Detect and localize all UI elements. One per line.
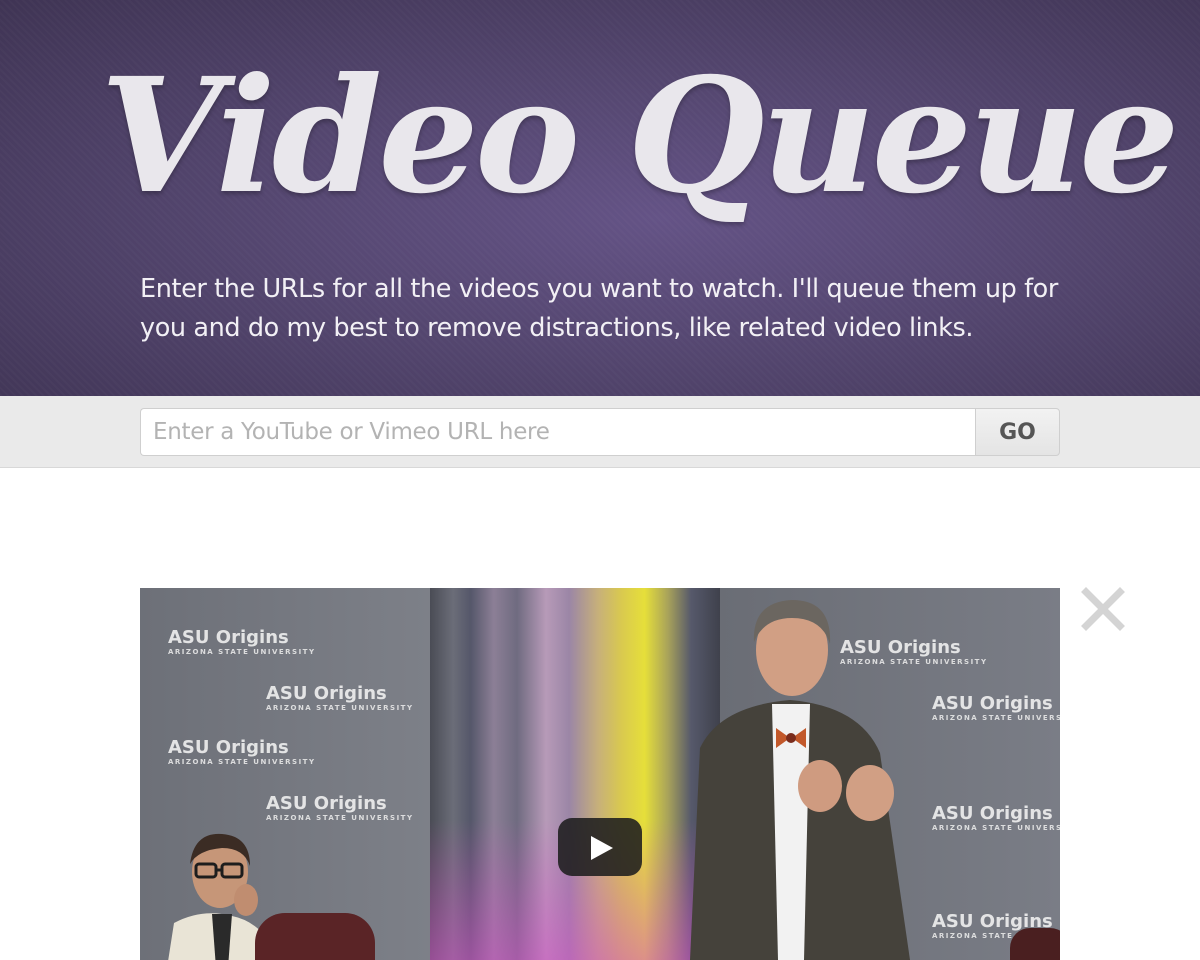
chair	[1010, 928, 1060, 960]
stage-curtain	[430, 588, 720, 960]
video-player[interactable]: ASU Origins ARIZONA STATE UNIVERSITY ASU…	[140, 588, 1060, 960]
url-input[interactable]	[140, 408, 976, 456]
intro-text: Enter the URLs for all the videos you wa…	[140, 274, 1058, 343]
watermark-logo: ASU Origins ARIZONA STATE UNIVERSITY	[266, 683, 414, 713]
go-button[interactable]: GO	[975, 408, 1060, 456]
chair	[255, 913, 375, 960]
play-button[interactable]	[558, 818, 642, 876]
site-logo: Video Queue	[100, 44, 1180, 229]
standing-speaker	[690, 600, 910, 960]
site-header: Video Queue Enter the URLs for all the v…	[0, 0, 1200, 396]
watermark-logo: ASU Origins ARIZONA STATE UNIVERSITY	[932, 803, 1060, 833]
url-entry-bar: GO	[0, 396, 1200, 468]
watermark-logo: ASU Origins ARIZONA STATE UNIVERSITY	[168, 737, 316, 767]
watermark-logo: ASU Origins ARIZONA STATE UNIVERSITY	[168, 627, 316, 657]
watermark-logo: ASU Origins ARIZONA STATE UNIVERSITY	[932, 693, 1060, 723]
play-icon	[591, 836, 613, 860]
close-icon[interactable]	[1080, 586, 1126, 632]
watermark-logo: ASU Origins ARIZONA STATE UNIVERSITY	[266, 793, 414, 823]
